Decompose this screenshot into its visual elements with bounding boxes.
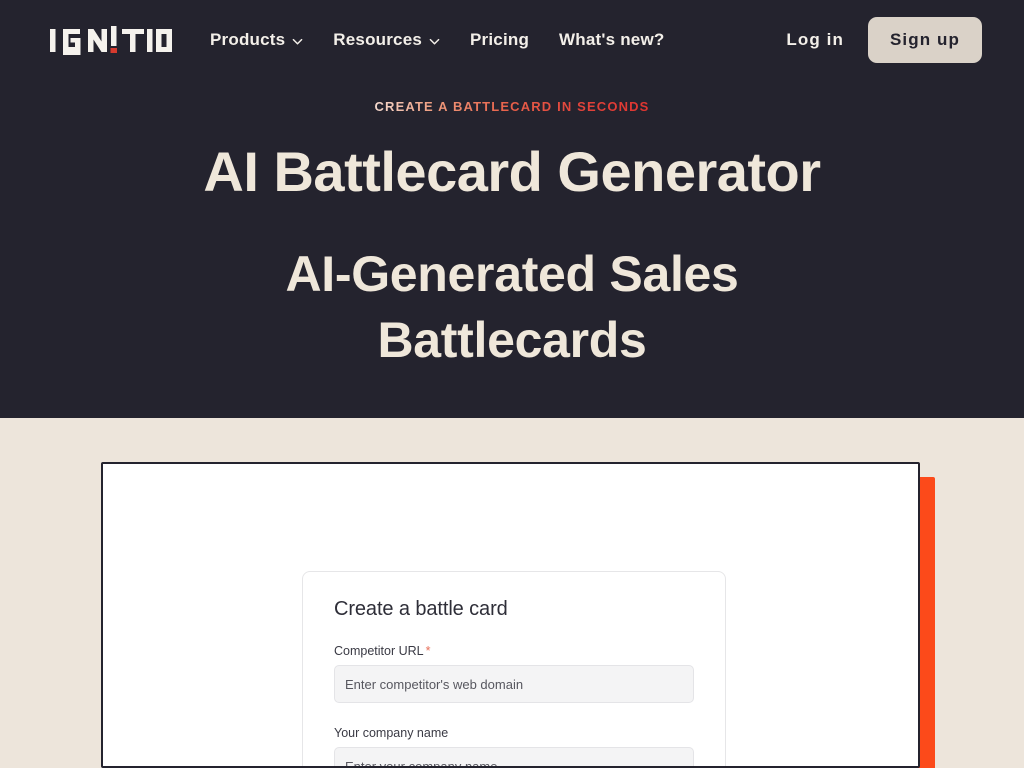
lower-section: Create a battle card Competitor URL* You… <box>0 418 1024 768</box>
field-competitor-url: Competitor URL * <box>334 644 694 703</box>
hero-eyebrow: CREATE A BATTLECARD IN SECONDS <box>374 99 650 114</box>
nav-item-products-label: Products <box>210 30 286 49</box>
nav-actions: Log in Sign up <box>786 17 982 63</box>
battlecard-panel-wrapper: Create a battle card Competitor URL* You… <box>101 462 935 768</box>
hero-eyebrow-wrap: CREATE A BATTLECARD IN SECONDS <box>0 98 1024 116</box>
main-navigation: Products Resources Pricing What's new? L… <box>0 0 1024 80</box>
ignition-logo-icon <box>50 26 172 55</box>
hero-title: AI Battlecard Generator <box>203 140 821 203</box>
form-title: Create a battle card <box>334 598 508 620</box>
hero-content: CREATE A BATTLECARD IN SECONDS AI Battle… <box>0 80 1024 373</box>
required-asterisk: * <box>425 644 431 658</box>
hero-subtitle: AI-Generated Sales Battlecards <box>285 246 739 369</box>
ignition-logo[interactable] <box>50 23 172 57</box>
nav-item-resources[interactable]: Resources <box>333 30 440 50</box>
field-company-name-label-text: Your company name <box>334 726 449 740</box>
field-competitor-url-label-text: Competitor URL <box>334 644 424 658</box>
battlecard-panel: Create a battle card Competitor URL* You… <box>101 462 920 768</box>
field-company-name-label: Your company name <box>334 726 694 740</box>
nav-item-whats-new-label: What's new? <box>559 30 665 49</box>
nav-links: Products Resources Pricing What's new? <box>210 30 786 50</box>
login-link[interactable]: Log in <box>786 30 844 50</box>
hero-section: Products Resources Pricing What's new? L… <box>0 0 1024 418</box>
field-competitor-url-label: Competitor URL * <box>334 644 694 658</box>
chevron-down-icon <box>429 36 440 47</box>
nav-item-whats-new[interactable]: What's new? <box>559 30 664 50</box>
chevron-down-icon <box>292 36 303 47</box>
nav-item-pricing[interactable]: Pricing <box>470 30 529 50</box>
signup-button[interactable]: Sign up <box>867 17 982 63</box>
competitor-url-input[interactable] <box>334 665 694 703</box>
nav-item-pricing-label: Pricing <box>470 30 530 49</box>
nav-item-products[interactable]: Products <box>210 30 303 50</box>
create-battlecard-form: Create a battle card Competitor URL* You… <box>302 571 726 766</box>
field-company-name: Your company name <box>334 726 694 766</box>
company-name-input[interactable] <box>334 747 694 766</box>
nav-item-resources-label: Resources <box>333 30 423 49</box>
